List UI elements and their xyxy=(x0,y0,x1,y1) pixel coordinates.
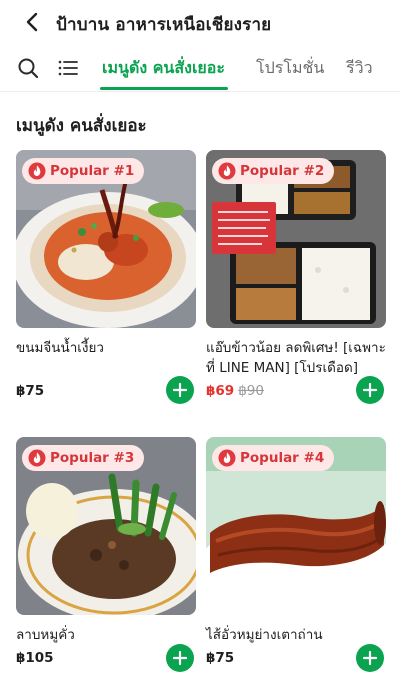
tab-promotions[interactable]: โปรโมชั่น xyxy=(256,56,324,81)
add-to-cart-button[interactable] xyxy=(356,376,384,404)
back-arrow-icon[interactable] xyxy=(22,11,44,33)
price-row: ฿69 ฿90 xyxy=(206,383,264,399)
flame-icon xyxy=(28,449,46,467)
plus-icon xyxy=(363,383,377,397)
price-row: ฿105 xyxy=(16,650,54,666)
flame-icon xyxy=(218,162,236,180)
menu-list-icon[interactable] xyxy=(56,56,80,80)
add-to-cart-button[interactable] xyxy=(166,376,194,404)
badge-label: Popular #4 xyxy=(240,450,325,466)
tab-popular-menu[interactable]: เมนูดัง คนสั่งเยอะ xyxy=(102,56,225,81)
item-original-price: ฿90 xyxy=(238,383,264,399)
store-title: ป้าบาน อาหารเหนือเชียงราย xyxy=(56,15,272,35)
popular-badge: Popular #4 xyxy=(212,445,335,471)
item-price: ฿75 xyxy=(16,383,45,399)
popular-badge: Popular #3 xyxy=(22,445,145,471)
price-row: ฿75 xyxy=(16,383,44,399)
item-name[interactable]: ขนมจีนน้ำเงี้ยว xyxy=(16,338,196,358)
active-tab-indicator xyxy=(100,87,228,90)
add-to-cart-button[interactable] xyxy=(166,644,194,672)
price-row: ฿75 xyxy=(206,650,234,666)
tab-bar: เมนูดัง คนสั่งเยอะ โปรโมชั่น รีวิว xyxy=(0,44,400,92)
badge-label: Popular #2 xyxy=(240,163,325,179)
section-title: เมนูดัง คนสั่งเยอะ xyxy=(16,116,147,136)
item-name[interactable]: แอ๊บข้าวน้อย ลดพิเศษ! [เฉพาะที่ LINE MAN… xyxy=(206,338,386,378)
item-price: ฿69 xyxy=(206,383,235,399)
flame-icon xyxy=(218,449,236,467)
item-price: ฿75 xyxy=(206,650,235,666)
badge-label: Popular #1 xyxy=(50,163,135,179)
plus-icon xyxy=(173,651,187,665)
popular-badge: Popular #2 xyxy=(212,158,335,184)
add-to-cart-button[interactable] xyxy=(356,644,384,672)
plus-icon xyxy=(363,651,377,665)
badge-label: Popular #3 xyxy=(50,450,135,466)
top-bar: ป้าบาน อาหารเหนือเชียงราย xyxy=(0,0,400,44)
flame-icon xyxy=(28,162,46,180)
tab-reviews[interactable]: รีวิว xyxy=(346,56,373,81)
search-icon[interactable] xyxy=(16,56,40,80)
plus-icon xyxy=(173,383,187,397)
item-price: ฿105 xyxy=(16,650,54,666)
item-name[interactable]: ลาบหมูคั่ว xyxy=(16,625,196,645)
popular-badge: Popular #1 xyxy=(22,158,145,184)
item-name[interactable]: ไส้อั่วหมูย่างเตาถ่าน xyxy=(206,625,386,645)
